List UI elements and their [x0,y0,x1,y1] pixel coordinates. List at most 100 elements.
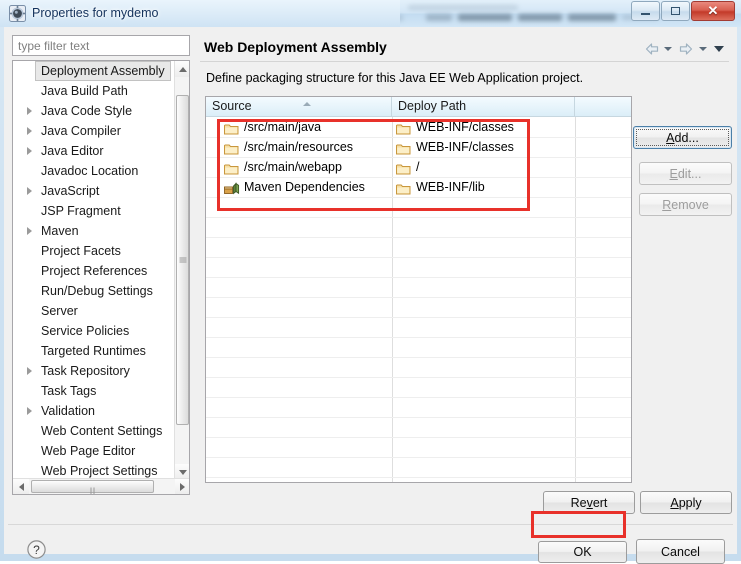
table-row[interactable]: /src/main/webapp / [206,157,631,177]
sidebar-item-run-debug-settings[interactable]: Run/Debug Settings [13,281,176,301]
add-button[interactable]: Add... [633,126,732,149]
tree-item-label: Server [41,304,78,318]
expand-arrow-icon[interactable] [27,227,32,235]
sidebar-item-task-tags[interactable]: Task Tags [13,381,176,401]
back-arrow-icon[interactable] [644,42,660,56]
deployment-assembly-table[interactable]: Source Deploy Path /src/main/java WEB-IN… [205,96,632,483]
revert-button[interactable]: Revert [543,491,635,514]
expand-arrow-icon[interactable] [27,367,32,375]
tree-item-label: JavaScript [41,184,100,198]
cancel-button-label: Cancel [661,544,700,559]
page-description: Define packaging structure for this Java… [206,71,584,85]
tree-item-label: Web Project Settings [41,464,158,478]
column-header-source[interactable]: Source [206,97,392,116]
tree-item-label: Web Content Settings [41,424,163,438]
sidebar-item-java-editor[interactable]: Java Editor [13,141,176,161]
expand-arrow-icon[interactable] [27,147,32,155]
sidebar-item-maven[interactable]: Maven [13,221,176,241]
help-question-icon[interactable]: ? [26,539,47,560]
apply-button[interactable]: Apply [640,491,732,514]
sidebar-item-java-code-style[interactable]: Java Code Style [13,101,176,121]
table-row[interactable]: Maven Dependencies WEB-INF/lib [206,177,631,197]
sidebar-item-deployment-assembly[interactable]: Deployment Assembly [35,61,171,81]
grid-line-horizontal [206,437,631,438]
table-row[interactable]: /src/main/java WEB-INF/classes [206,117,631,137]
close-icon: ✕ [707,3,719,18]
grid-line-horizontal [206,317,631,318]
grid-line-horizontal [206,397,631,398]
sidebar-item-jsp-fragment[interactable]: JSP Fragment [13,201,176,221]
tree-hscroll-thumb[interactable] [31,480,154,494]
grid-line-horizontal [206,337,631,338]
maximize-button[interactable] [661,1,690,21]
close-button[interactable]: ✕ [691,1,735,21]
column-header-label: Deploy Path [398,99,467,113]
grip-icon [179,257,186,264]
grip-icon [89,483,96,494]
forward-history-chevron-down-icon[interactable] [698,46,707,51]
focus-indicator [636,129,729,146]
sort-ascending-icon [303,102,311,106]
properties-gear-icon [9,5,26,22]
sidebar-item-service-policies[interactable]: Service Policies [13,321,176,341]
table-header-row: Source Deploy Path [206,97,631,117]
sidebar-item-web-content-settings[interactable]: Web Content Settings [13,421,176,441]
sidebar-item-server[interactable]: Server [13,301,176,321]
sidebar-item-targeted-runtimes[interactable]: Targeted Runtimes [13,341,176,361]
grid-line-horizontal [206,477,631,478]
tree-item-label: Javadoc Location [41,164,139,178]
tree-item-label: Deployment Assembly [41,64,165,78]
cell-text: /src/main/java [244,120,322,134]
scroll-left-button[interactable] [13,479,29,494]
folder-icon [224,161,239,175]
folder-icon [224,141,239,155]
column-header-label: Source [212,99,252,113]
ok-button[interactable]: OK [538,541,627,563]
sidebar-item-task-repository[interactable]: Task Repository [13,361,176,381]
remove-button[interactable]: Remove [639,193,732,216]
expand-arrow-icon[interactable] [27,107,32,115]
sidebar-item-java-compiler[interactable]: Java Compiler [13,121,176,141]
page-panel: Web Deployment Assembly Define packaging… [198,33,731,495]
dialog-client-area: type filter text Deployment Assembly Jav… [4,27,737,564]
sidebar-item-project-facets[interactable]: Project Facets [13,241,176,261]
tree-item-label: Project References [41,264,148,278]
folder-icon [396,141,411,155]
tree-item-label: Web Page Editor [41,444,136,458]
tree-item-label: Project Facets [41,244,121,258]
folder-icon [396,181,411,195]
sidebar-item-project-references[interactable]: Project References [13,261,176,281]
tree-item-label: Run/Debug Settings [41,284,153,298]
cancel-button[interactable]: Cancel [636,539,725,564]
ok-button-label: OK [573,545,592,559]
scroll-right-button[interactable] [175,479,189,494]
edit-button[interactable]: Edit... [639,162,732,185]
back-history-chevron-down-icon[interactable] [663,46,672,51]
properties-dialog-window: Properties for mydemo ✕ type filter text… [0,0,741,564]
sidebar-item-validation[interactable]: Validation [13,401,176,421]
sidebar-item-java-build-path[interactable]: Java Build Path [13,81,176,101]
expand-arrow-icon[interactable] [27,187,32,195]
table-row[interactable]: /src/main/resources WEB-INF/classes [206,137,631,157]
sidebar-item-web-page-editor[interactable]: Web Page Editor [13,441,176,461]
expand-arrow-icon[interactable] [27,407,32,415]
filter-input[interactable]: type filter text [12,35,190,56]
cell-text: Maven Dependencies [244,180,365,194]
folder-icon [224,121,239,135]
column-header-blank[interactable] [575,97,631,116]
tree-scroll-thumb[interactable] [176,95,189,425]
sidebar-item-javadoc-location[interactable]: Javadoc Location [13,161,176,181]
page-menu-chevron-down-icon[interactable] [714,45,724,52]
window-title: Properties for mydemo [32,6,159,20]
tree-vertical-scrollbar[interactable] [174,61,189,480]
sidebar-item-javascript[interactable]: JavaScript [13,181,176,201]
expand-arrow-icon[interactable] [27,127,32,135]
settings-tree[interactable]: Deployment Assembly Java Build Path Java… [12,60,190,495]
tree-item-label: Validation [41,404,95,418]
forward-arrow-icon[interactable] [678,42,694,56]
folder-icon [396,161,411,175]
column-header-deploy-path[interactable]: Deploy Path [392,97,575,116]
minimize-button[interactable] [631,1,660,21]
tree-horizontal-scrollbar[interactable] [13,478,189,494]
scroll-up-button[interactable] [175,61,189,77]
